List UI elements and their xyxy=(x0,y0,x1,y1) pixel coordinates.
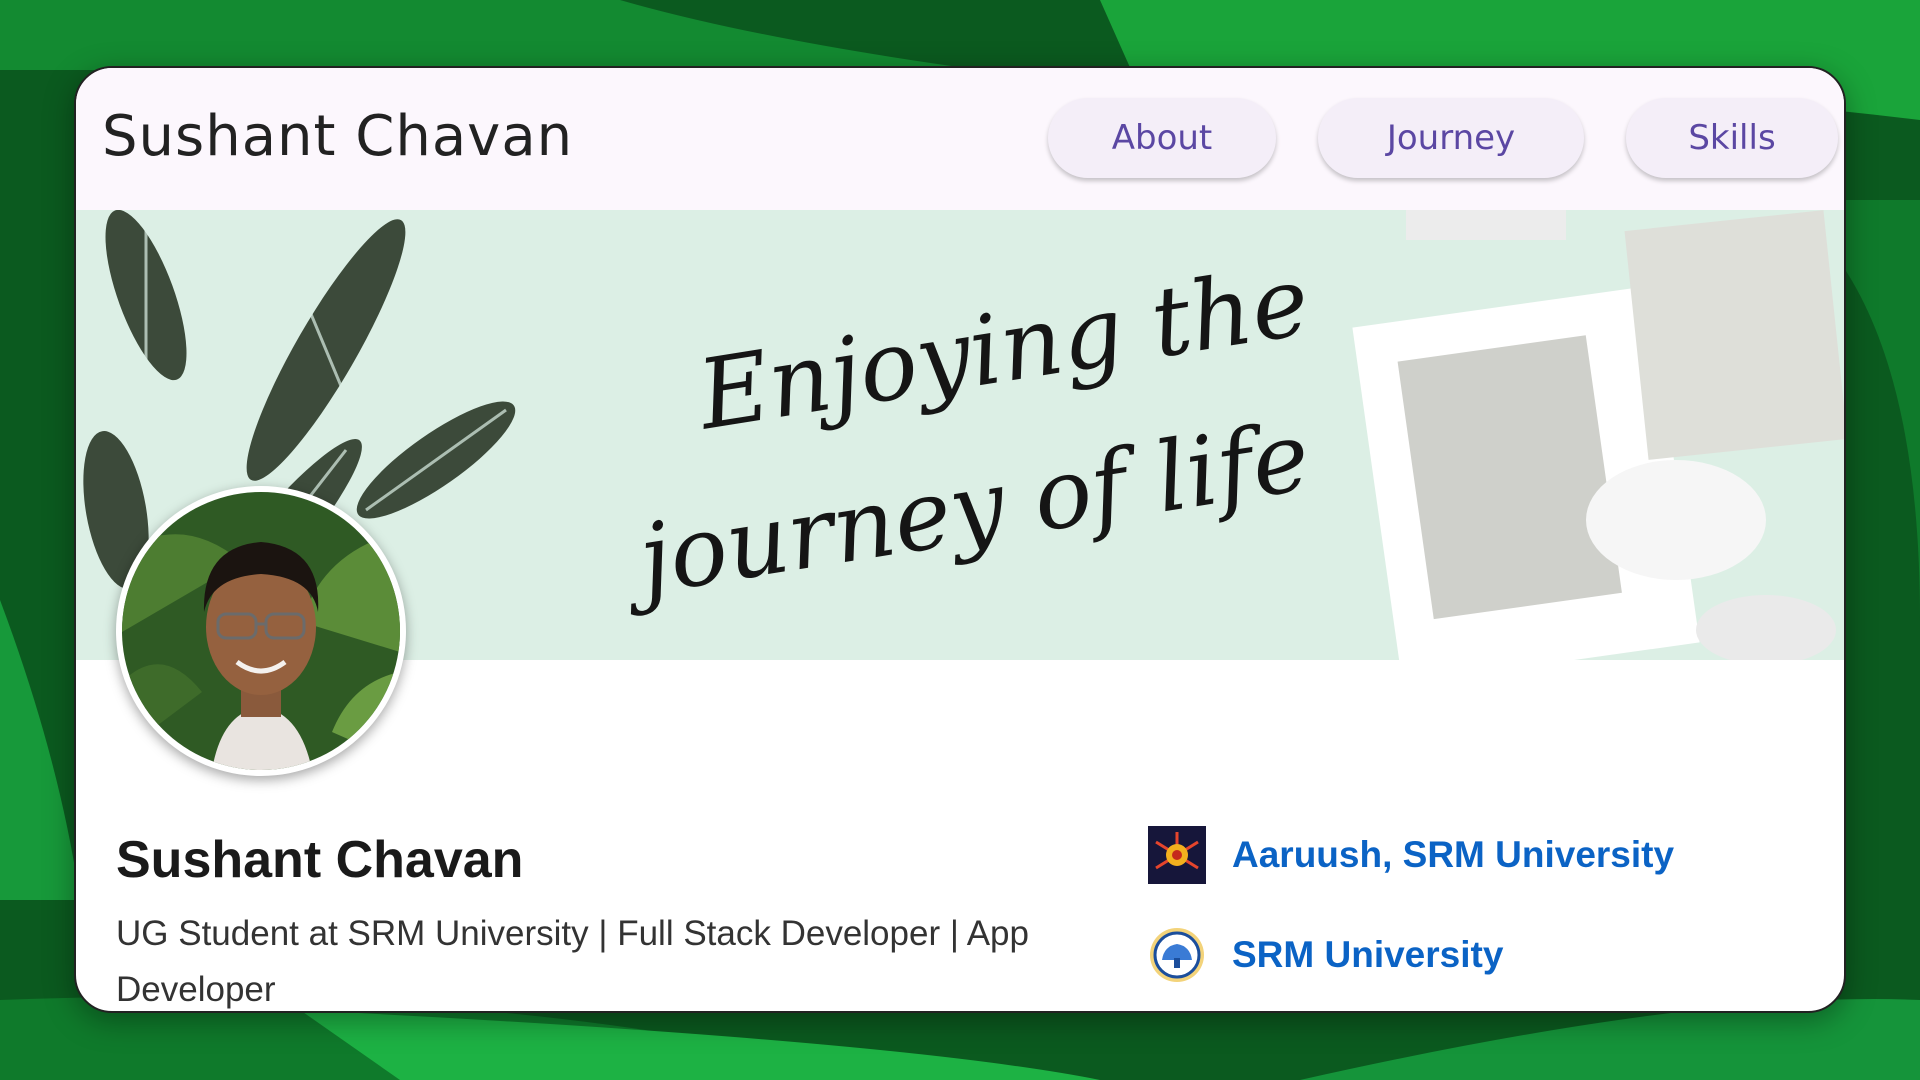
org-link-aaruush[interactable]: Aaruush, SRM University xyxy=(1148,826,1674,884)
profile-headline: UG Student at SRM University | Full Stac… xyxy=(116,914,1029,1009)
nav-skills-button[interactable]: Skills xyxy=(1626,98,1838,178)
org-label-aaruush: Aaruush, SRM University xyxy=(1232,834,1675,875)
nav-journey-button[interactable]: Journey xyxy=(1318,98,1584,178)
profile-photo xyxy=(122,492,400,770)
org-link-srm[interactable]: SRM University xyxy=(1148,926,1503,984)
aaruush-logo-icon xyxy=(1148,826,1206,884)
header-bar: Sushant Chavan About Journey Skills xyxy=(76,68,1844,210)
profile-card: Sushant Chavan About Journey Skills Enjo… xyxy=(74,66,1846,1013)
profile-name: Sushant Chavan xyxy=(116,831,524,889)
srm-logo-icon xyxy=(1148,926,1206,984)
site-title: Sushant Chavan xyxy=(102,104,574,169)
nav-about-button[interactable]: About xyxy=(1048,98,1276,178)
org-label-srm: SRM University xyxy=(1232,934,1504,975)
profile-avatar[interactable] xyxy=(116,486,406,776)
